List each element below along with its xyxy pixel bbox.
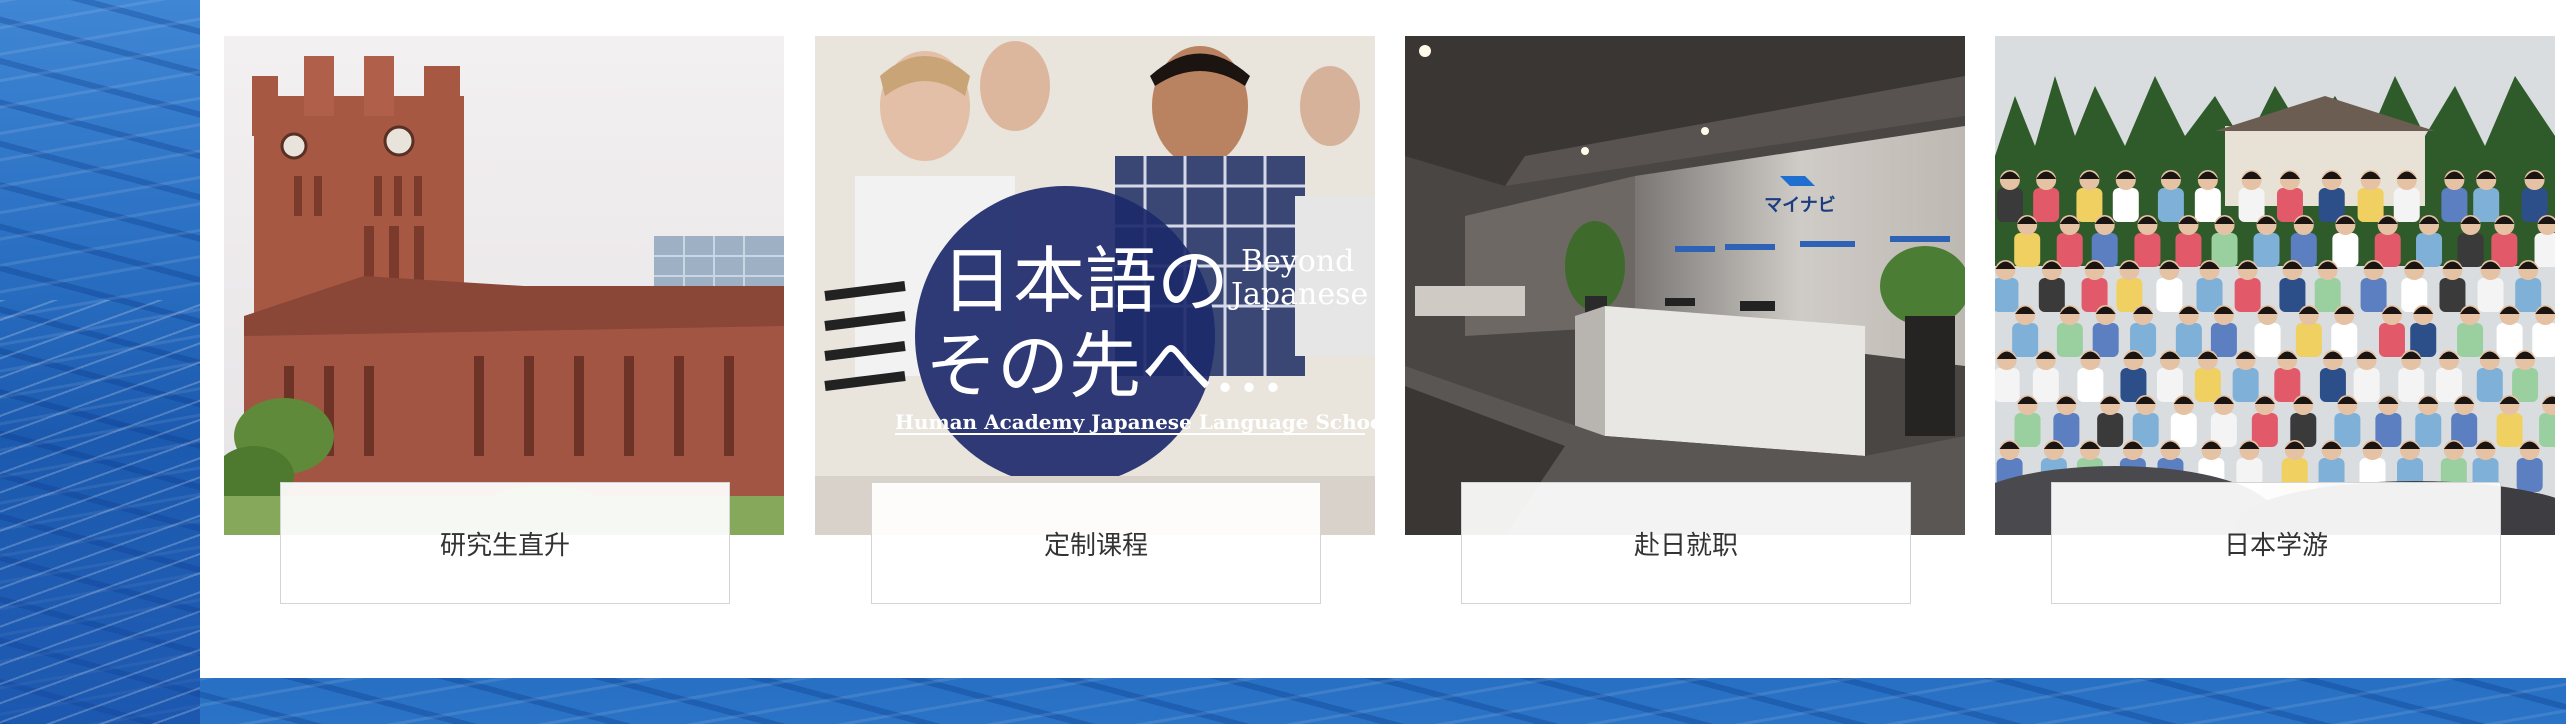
student-group-image[interactable]	[1995, 36, 2555, 535]
card-japan-study-tour[interactable]: 日本学游	[1995, 36, 2555, 606]
overlay-title-line2: その先へ…	[925, 324, 1285, 408]
overlay-caption: Human Academy Japanese Language School	[895, 410, 1375, 434]
card-label[interactable]: 研究生直升	[280, 482, 730, 604]
card-label[interactable]: 定制课程	[871, 482, 1321, 604]
university-clock-tower-image[interactable]	[224, 36, 784, 535]
overlay-title-line1: 日本語の	[941, 239, 1229, 323]
card-label[interactable]: 赴日就职	[1461, 482, 1911, 604]
overlay-side-text-2: Japanese	[1228, 277, 1368, 312]
card-graduate-admission[interactable]: 研究生直升	[224, 36, 784, 606]
card-japan-employment[interactable]: マイナビ 赴日就职	[1405, 36, 1965, 606]
company-logo-text: マイナビ	[1764, 195, 1836, 216]
program-cards: 研究生直升 日本語の その先へ… Beyond Japanese Human A…	[224, 36, 2566, 606]
card-label[interactable]: 日本学游	[2051, 482, 2501, 604]
ocean-wave-background	[0, 300, 200, 724]
office-reception-image[interactable]: マイナビ	[1405, 36, 1965, 535]
students-classroom-image[interactable]: 日本語の その先へ… Beyond Japanese Human Academy…	[815, 36, 1375, 535]
overlay-side-text-1: Beyond	[1241, 244, 1354, 279]
card-custom-courses[interactable]: 日本語の その先へ… Beyond Japanese Human Academy…	[815, 36, 1375, 606]
